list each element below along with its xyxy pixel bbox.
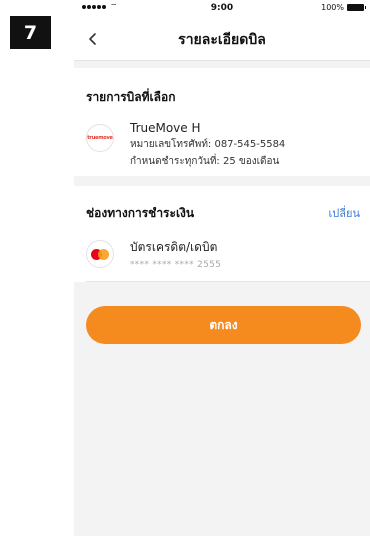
page-title: รายละเอียดบิล — [178, 32, 266, 48]
bill-provider-name: TrueMove H — [130, 121, 201, 135]
truemove-logo-icon: truemove — [86, 124, 114, 152]
divider — [86, 281, 370, 282]
selected-bill-card: รายการบิลที่เลือก truemove TrueMove H หม… — [74, 68, 370, 176]
bill-section-title: รายการบิลที่เลือก — [86, 90, 176, 104]
bill-info: TrueMove H หมายเลขโทรศัพท์: 087-545-5584… — [130, 121, 285, 169]
mastercard-icon — [86, 240, 114, 268]
bill-due-date: กำหนดชำระทุกวันที่: 25 ของเดือน — [130, 156, 280, 167]
battery-icon — [347, 4, 366, 11]
battery-status: 100% — [321, 3, 366, 12]
confirm-button[interactable]: ตกลง — [86, 306, 361, 344]
payment-card-info[interactable]: บัตรเครดิต/เดบิต **** **** **** 2555 — [130, 238, 221, 270]
card-number: **** **** **** 2555 — [130, 260, 222, 270]
change-payment-link[interactable]: เปลี่ยน — [329, 204, 360, 222]
nav-bar: รายละเอียดบิล — [74, 16, 370, 61]
payment-section-title: ช่องทางการชำระเงิน — [86, 206, 195, 220]
battery-percent: 100% — [321, 3, 344, 12]
step-badge: 7 — [10, 16, 51, 49]
card-type-label: บัตรเครดิต/เดบิต — [130, 240, 218, 254]
phone-screen: ⌔ 9:00 100% รายละเอียดบิล รายการบิลที่เล… — [74, 0, 370, 536]
status-bar: ⌔ 9:00 100% — [74, 0, 370, 16]
payment-method-card: ช่องทางการชำระเงิน เปลี่ยน บัตรเครดิต/เด… — [74, 186, 370, 282]
truemove-logo-text: truemove — [87, 135, 113, 141]
bill-phone-number: หมายเลขโทรศัพท์: 087-545-5584 — [130, 139, 286, 150]
